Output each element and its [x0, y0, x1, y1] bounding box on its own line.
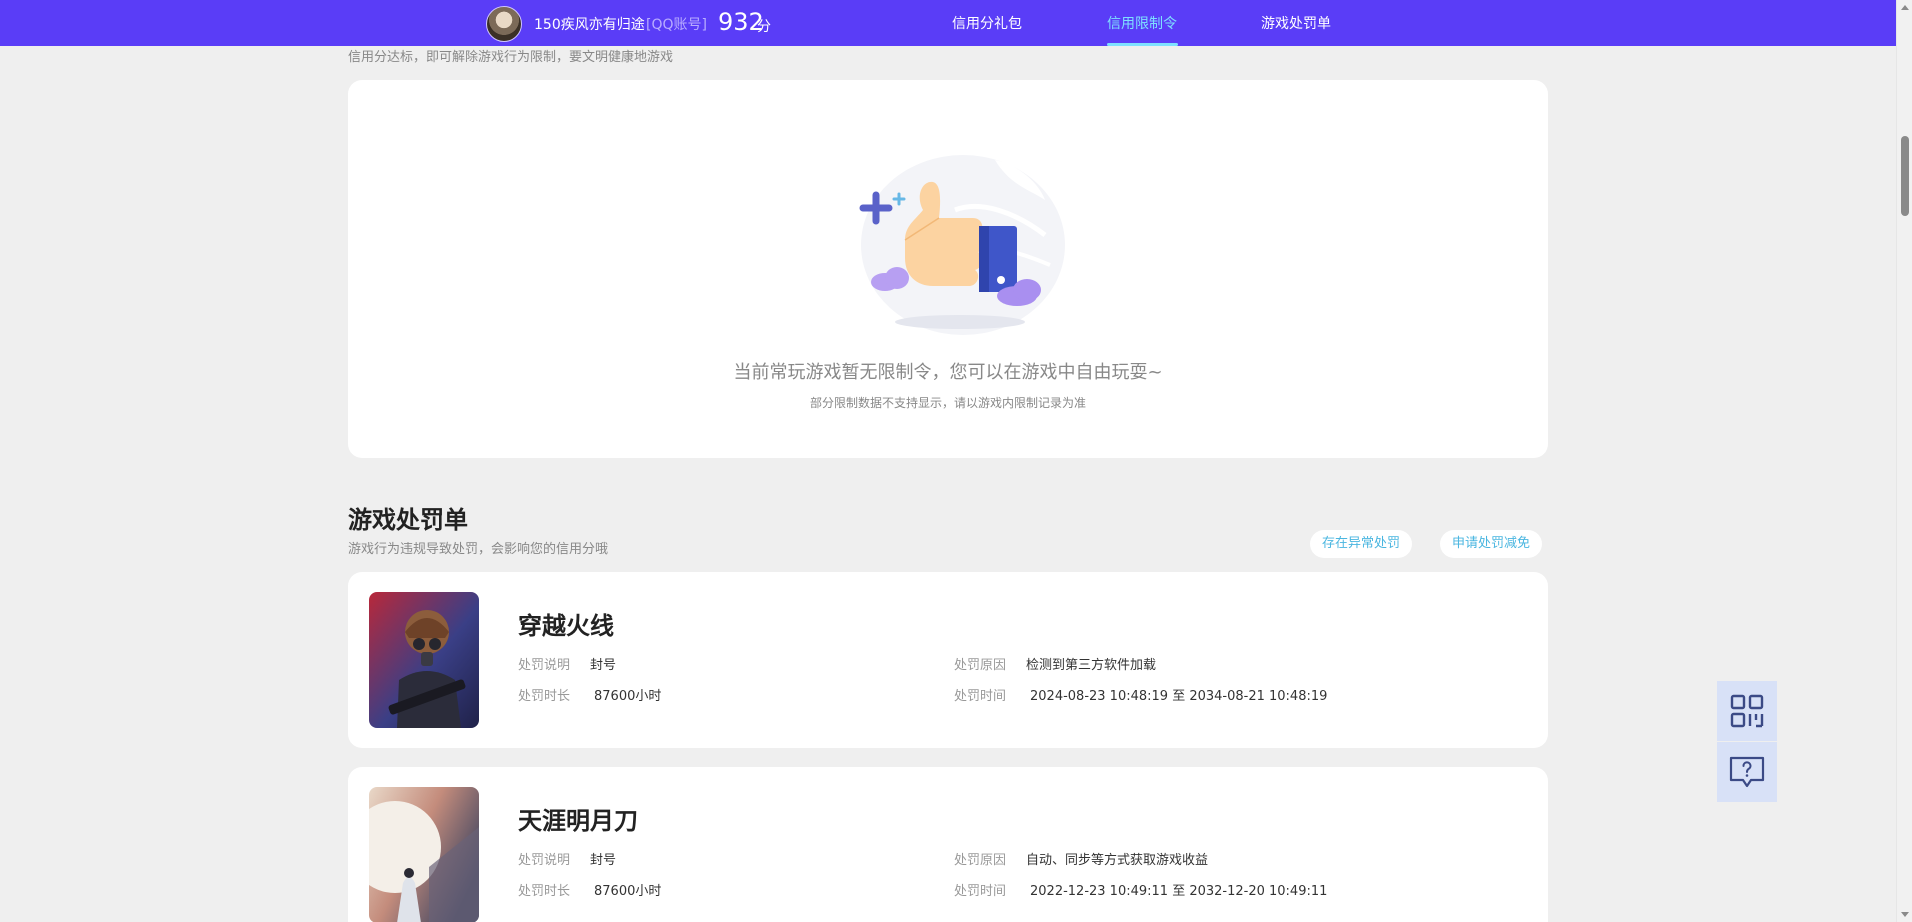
penalty-time-label: 处罚时间: [954, 689, 1007, 704]
avatar[interactable]: [486, 6, 522, 42]
penalty-card: 穿越火线 处罚说明 封号 处罚时长 87600小时 处罚原因 检测到第三方软件加…: [348, 572, 1548, 748]
credit-score-unit: 分: [757, 19, 771, 35]
penalty-duration-value: 87600小时: [594, 884, 662, 899]
empty-state-note: 部分限制数据不支持显示，请以游戏内限制记录为准: [809, 396, 1086, 410]
penalty-reason-label: 处罚原因: [954, 658, 1007, 673]
scroll-down-arrow-icon[interactable]: [1901, 912, 1909, 917]
help-button[interactable]: [1717, 742, 1777, 802]
penalty-reduction-button[interactable]: 申请处罚减免: [1440, 530, 1543, 558]
top-bar: 150疾风亦有归途 [QQ账号] 932 分 信用分礼包 信用限制令 游戏处罚单: [0, 0, 1896, 46]
username: 150疾风亦有归途: [534, 17, 645, 33]
penalty-desc-label: 处罚说明: [518, 853, 571, 868]
qr-code-button[interactable]: [1717, 681, 1777, 741]
nav-credit-restriction[interactable]: 信用限制令: [1107, 13, 1177, 33]
penalty-duration-value: 87600小时: [594, 689, 662, 704]
account-type: [QQ账号]: [646, 17, 707, 33]
qr-code-icon: [1730, 694, 1764, 728]
game-name: 穿越火线: [518, 612, 614, 640]
penalty-time-label: 处罚时间: [954, 884, 1007, 899]
restriction-empty-card: 当前常玩游戏暂无限制令，您可以在游戏中自由玩耍~ 部分限制数据不支持显示，请以游…: [348, 80, 1548, 458]
penalty-section-title: 游戏处罚单: [348, 506, 468, 534]
nav-active-indicator: [1107, 43, 1178, 46]
game-name: 天涯明月刀: [518, 807, 638, 835]
penalty-duration-label: 处罚时长: [518, 689, 571, 704]
penalty-duration-label: 处罚时长: [518, 884, 571, 899]
scroll-thumb[interactable]: [1901, 136, 1909, 216]
thumbs-up-illustration: [859, 155, 1065, 335]
abnormal-penalty-button[interactable]: 存在异常处罚: [1310, 530, 1413, 558]
penalty-card: 天涯明月刀 处罚说明 封号 处罚时长 87600小时 处罚原因 自动、同步等方式…: [348, 767, 1548, 922]
nav-credit-gift[interactable]: 信用分礼包: [952, 13, 1022, 33]
penalty-section-subtitle: 游戏行为违规导致处罚，会影响您的信用分哦: [348, 542, 609, 557]
scroll-up-arrow-icon[interactable]: [1901, 5, 1909, 10]
game-cover-cf: [369, 592, 479, 728]
penalty-reason-label: 处罚原因: [954, 853, 1007, 868]
penalty-desc-label: 处罚说明: [518, 658, 571, 673]
restriction-note: 信用分达标，即可解除游戏行为限制，要文明健康地游戏: [348, 50, 674, 65]
penalty-desc-value: 封号: [590, 658, 617, 673]
help-chat-icon: [1729, 756, 1765, 788]
empty-state-title: 当前常玩游戏暂无限制令，您可以在游戏中自由玩耍~: [733, 362, 1163, 383]
penalty-time-value: 2024-08-23 10:48:19 至 2034-08-21 10:48:1…: [1030, 689, 1328, 704]
penalty-reason-value: 检测到第三方软件加载: [1026, 658, 1157, 673]
penalty-time-value: 2022-12-23 10:49:11 至 2032-12-20 10:49:1…: [1030, 884, 1328, 899]
nav-game-penalty[interactable]: 游戏处罚单: [1261, 13, 1331, 33]
penalty-reason-value: 自动、同步等方式获取游戏收益: [1026, 853, 1209, 868]
page-scrollbar[interactable]: [1896, 0, 1912, 922]
game-cover-tymyd: [369, 787, 479, 922]
penalty-desc-value: 封号: [590, 853, 617, 868]
